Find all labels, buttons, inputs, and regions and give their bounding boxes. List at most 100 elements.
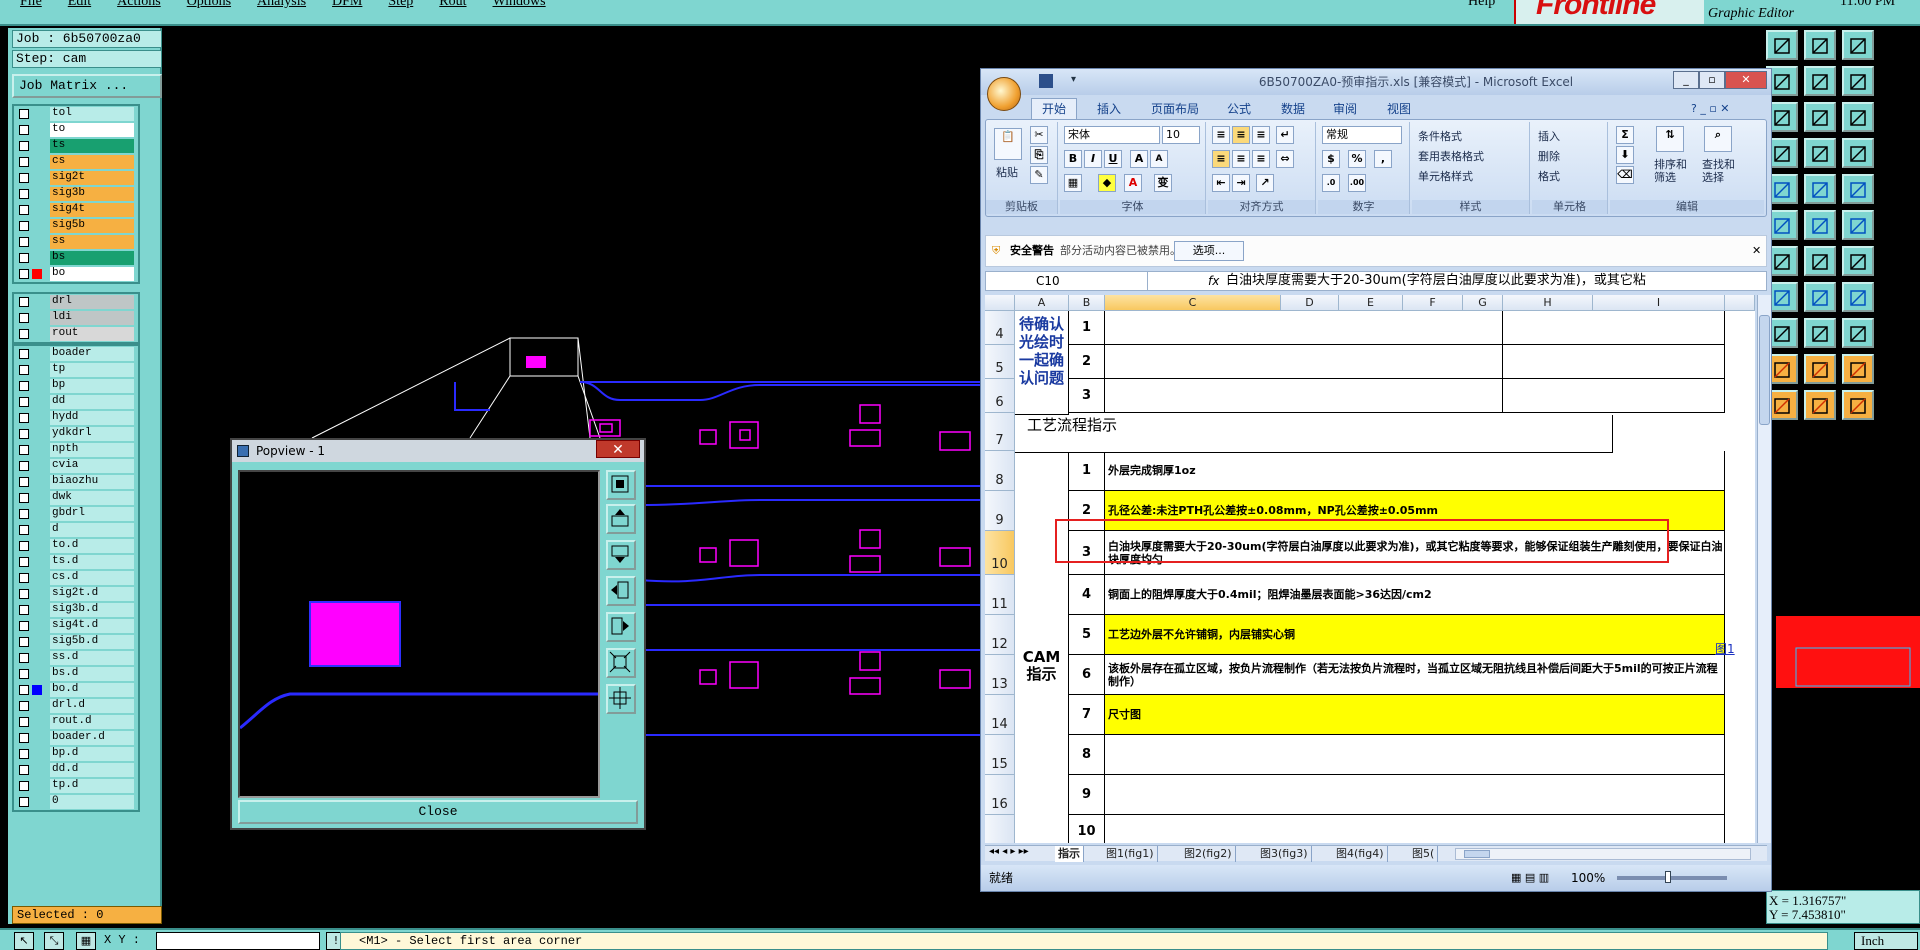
instruction-cell[interactable]: 尺寸图 — [1105, 695, 1725, 735]
column-header[interactable]: H — [1503, 295, 1593, 311]
layer-name[interactable]: dwk — [50, 491, 134, 505]
select-all-corner[interactable] — [985, 295, 1015, 311]
cell-style-button[interactable]: 单元格样式 — [1418, 168, 1473, 184]
layer-row[interactable]: sig4t — [14, 202, 138, 218]
layer-name[interactable]: dd.d — [50, 763, 134, 777]
sheet-tab[interactable]: 图1(fig1) — [1103, 846, 1158, 862]
borders-icon[interactable]: ▦ — [1064, 174, 1082, 192]
doc-mirror-icon[interactable] — [1842, 66, 1874, 96]
layer-checkbox[interactable] — [19, 109, 29, 119]
layer-name[interactable]: sig3b.d — [50, 603, 134, 617]
layer-name[interactable]: cvia — [50, 459, 134, 473]
layer-row[interactable]: to — [14, 122, 138, 138]
layer-name[interactable]: 0 — [50, 795, 134, 809]
percent-icon[interactable]: % — [1348, 150, 1366, 168]
doc-down-icon[interactable] — [1804, 30, 1836, 60]
select-tool-icon[interactable]: ↖ — [14, 932, 34, 950]
find-select-button[interactable]: 查找和 选择 — [1702, 158, 1735, 184]
tab-home[interactable]: 开始 — [1031, 98, 1078, 120]
layer-checkbox[interactable] — [19, 397, 29, 407]
view-buttons-icon[interactable]: ▦ ▤ ▥ — [1511, 865, 1549, 891]
layer-row[interactable]: rout — [14, 326, 138, 342]
item-number-cell[interactable]: 7 — [1069, 695, 1105, 735]
column-header[interactable]: C — [1105, 295, 1281, 311]
units-select[interactable]: Inch — [1854, 932, 1918, 950]
layer-name[interactable]: ts — [50, 139, 134, 153]
align-top-icon[interactable]: ≡ — [1212, 126, 1230, 144]
layer-row[interactable]: sig5b.d — [14, 634, 138, 650]
layer-row[interactable]: bp.d — [14, 746, 138, 762]
layer-checkbox[interactable] — [19, 413, 29, 423]
doc-right-icon[interactable] — [1804, 66, 1836, 96]
tab-review[interactable]: 审阅 — [1333, 99, 1357, 119]
font-color-icon[interactable]: A — [1124, 174, 1142, 192]
instruction-cell[interactable]: 铜面上的阻焊厚度大于0.4mil；阻焊油墨层表面能>36达因/cm2 — [1105, 575, 1725, 615]
note-cell[interactable] — [1503, 311, 1725, 345]
item-number-cell[interactable]: 3 — [1069, 379, 1105, 413]
item-number-cell[interactable]: 8 — [1069, 735, 1105, 775]
instruction-cell[interactable]: 白油块厚度需要大于20-30um(字符层白油厚度以此要求为准)，或其它粘度等要求… — [1105, 531, 1725, 575]
align-middle-icon[interactable]: ≡ — [1232, 126, 1250, 144]
decrease-decimal-icon[interactable]: .00 — [1348, 174, 1366, 192]
layer-name[interactable]: bp — [50, 379, 134, 393]
zoom-level[interactable]: 100% — [1571, 865, 1605, 891]
row-header[interactable]: 5 — [985, 345, 1015, 379]
layer-name[interactable]: cs.d — [50, 571, 134, 585]
layer-name[interactable]: sig4t.d — [50, 619, 134, 633]
layer-checkbox[interactable] — [19, 541, 29, 551]
note-cell[interactable] — [1503, 379, 1725, 413]
layer-checkbox[interactable] — [19, 313, 29, 323]
figure-hyperlink[interactable]: 图1 — [1715, 640, 1735, 657]
layer-checkbox[interactable] — [19, 557, 29, 567]
layer-row[interactable]: 0 — [14, 794, 138, 810]
layer-checkbox[interactable] — [19, 477, 29, 487]
tab-page-layout[interactable]: 页面布局 — [1151, 99, 1199, 119]
category-flow-cell[interactable]: 工艺流程指示 — [1015, 415, 1613, 453]
popview-tool-home-icon[interactable] — [606, 684, 636, 714]
instruction-cell[interactable] — [1105, 815, 1725, 843]
layer-checkbox[interactable] — [19, 253, 29, 263]
pointer-c-icon[interactable] — [1842, 390, 1874, 420]
close-icon[interactable]: ✕ — [1725, 71, 1767, 89]
tab-data[interactable]: 数据 — [1281, 99, 1305, 119]
row-header[interactable]: 7 — [985, 413, 1015, 451]
diag-icon[interactable] — [1842, 282, 1874, 312]
column-header[interactable]: A — [1015, 295, 1069, 311]
layer-name[interactable]: tol — [50, 107, 134, 121]
layer-checkbox[interactable] — [19, 461, 29, 471]
column-header[interactable]: E — [1339, 295, 1403, 311]
fill-icon[interactable]: ⬇ — [1616, 146, 1634, 164]
popview-tool-fit-icon[interactable] — [606, 648, 636, 678]
maximize-icon[interactable]: ▫ — [1699, 71, 1725, 89]
layer-name[interactable]: rout — [50, 327, 134, 341]
instruction-cell[interactable]: 该板外层存在孤立区域，按负片流程制作（若无法按负片流程时，当孤立区域无阻抗线且补… — [1105, 655, 1725, 695]
layer-row[interactable]: biaozhu — [14, 474, 138, 490]
layer-name[interactable]: drl.d — [50, 699, 134, 713]
layer-checkbox[interactable] — [19, 669, 29, 679]
layer-row[interactable]: ts.d — [14, 554, 138, 570]
layer-name[interactable]: to — [50, 123, 134, 137]
tab-view[interactable]: 视图 — [1387, 99, 1411, 119]
layer-name[interactable]: cs — [50, 155, 134, 169]
worksheet-grid[interactable]: ABCDEFGHI 4 1 5 2 6 3 7 8 1 外层完成铜厚1oz 9 2 孔径公差:未注PTH… — [985, 295, 1755, 843]
find-select-icon[interactable]: ⌕ — [1704, 126, 1732, 152]
layer-name[interactable]: drl — [50, 295, 134, 309]
layer-checkbox[interactable] — [19, 733, 29, 743]
pointer-b-icon[interactable] — [1804, 390, 1836, 420]
grid-b-icon[interactable] — [1804, 174, 1836, 204]
layer-checkbox[interactable] — [19, 573, 29, 583]
increase-decimal-icon[interactable]: .0 — [1322, 174, 1340, 192]
layer-name[interactable]: tp.d — [50, 779, 134, 793]
underline-button[interactable]: U — [1104, 150, 1122, 168]
row-header[interactable]: 10 — [985, 531, 1015, 575]
zoom-fit-icon[interactable] — [1804, 102, 1836, 132]
column-header[interactable]: F — [1403, 295, 1463, 311]
layer-checkbox[interactable] — [19, 429, 29, 439]
popview-tool-right-icon[interactable] — [606, 612, 636, 642]
row-header[interactable]: 4 — [985, 311, 1015, 345]
row-header[interactable]: 9 — [985, 491, 1015, 531]
row-header[interactable]: 13 — [985, 655, 1015, 695]
layer-row[interactable]: sig3b.d — [14, 602, 138, 618]
layer-row[interactable]: sig2t.d — [14, 586, 138, 602]
layer-checkbox[interactable] — [19, 525, 29, 535]
